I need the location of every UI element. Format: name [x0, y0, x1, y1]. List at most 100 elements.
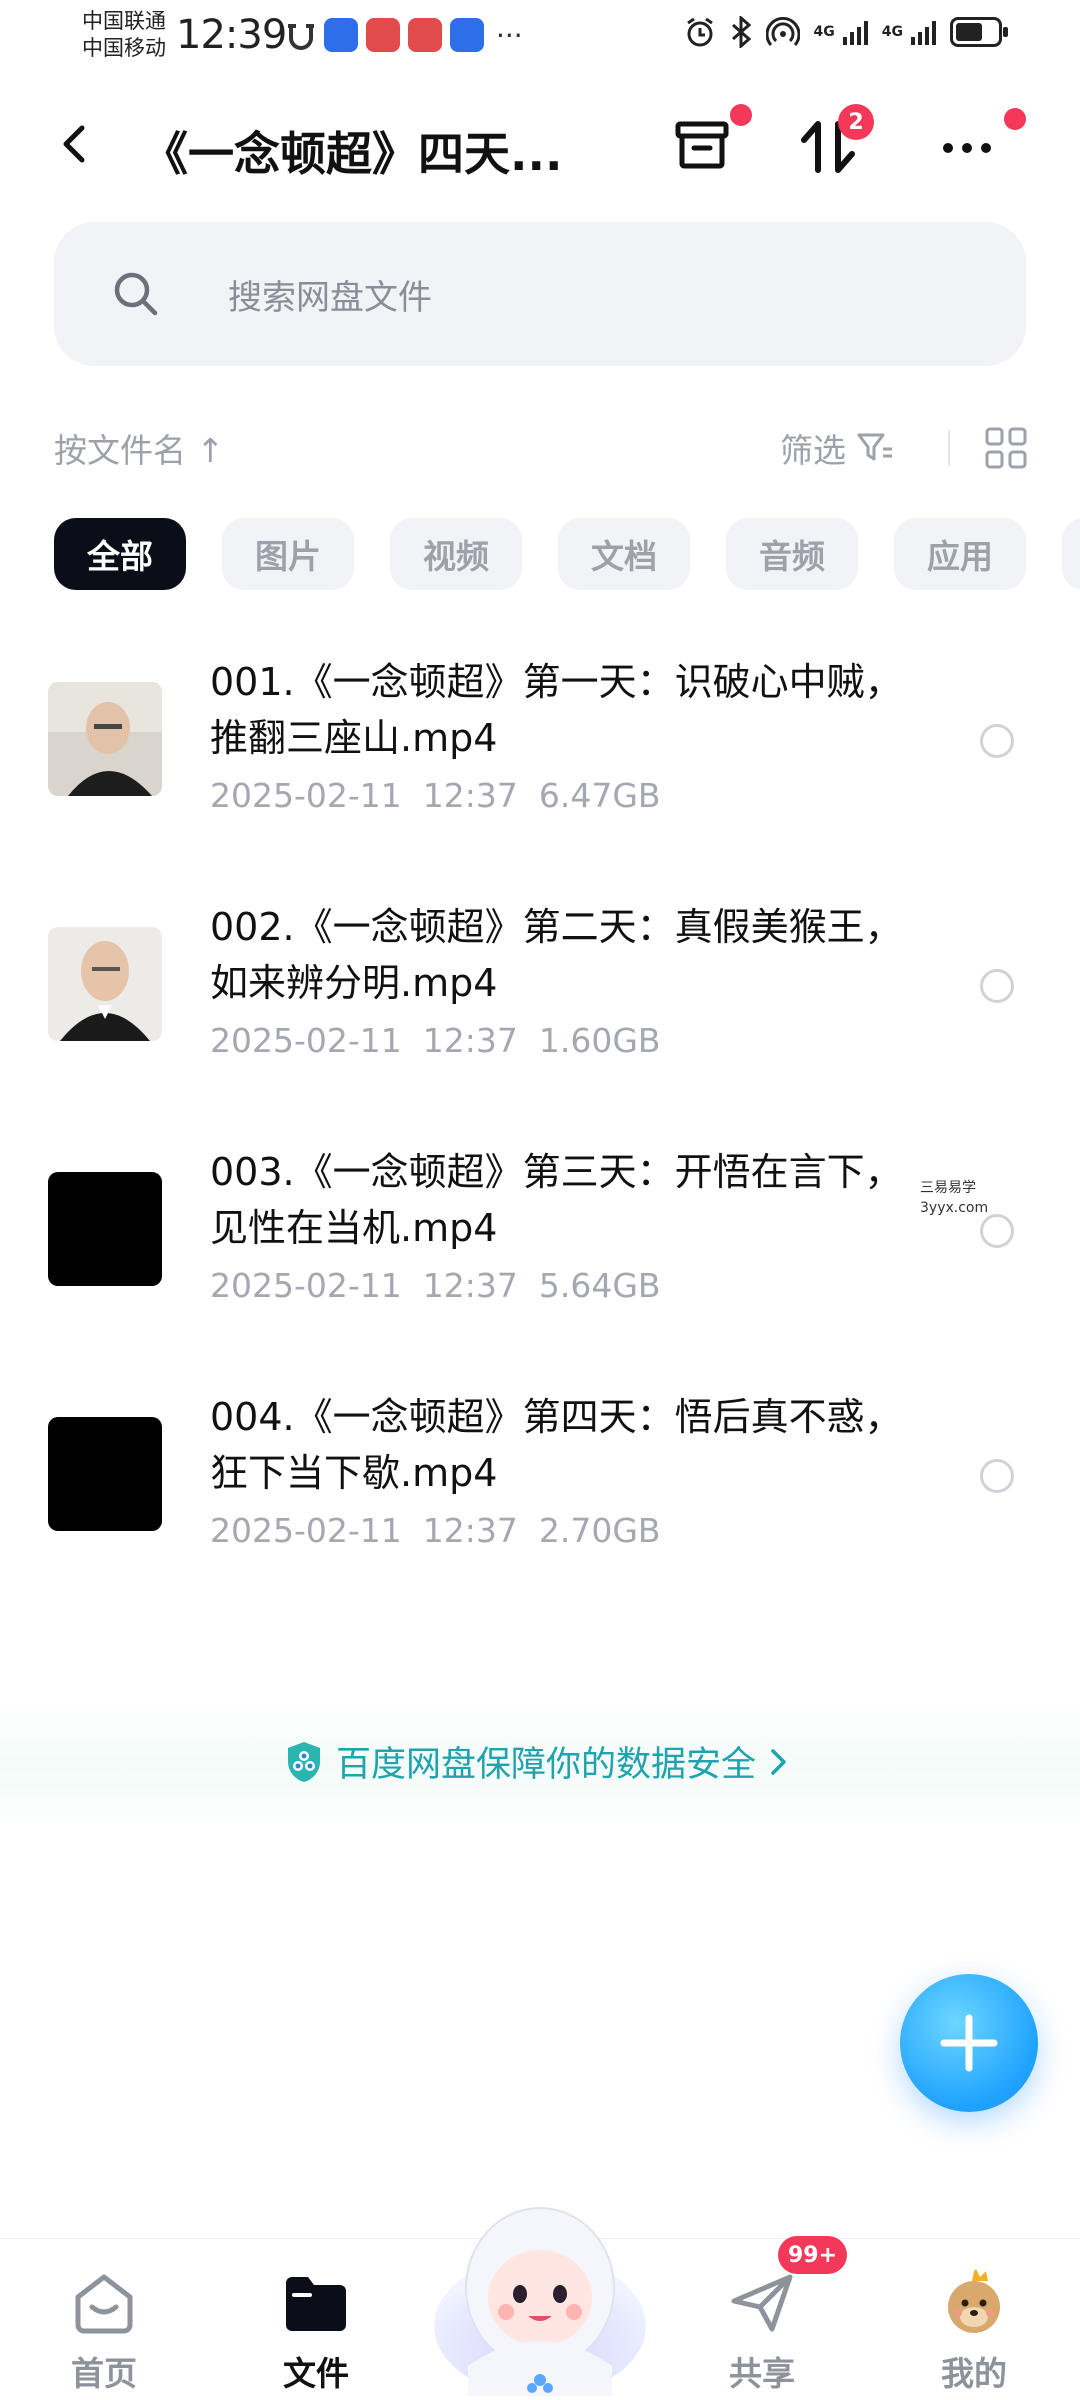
file-row[interactable]: 002.《一念顿超》第二天：真假美猴王，如来辨分明.mp4 2025-02-11… [0, 885, 1080, 1130]
nav-share-label: 共享 [729, 2354, 795, 2393]
shield-notification-icon [288, 24, 314, 50]
file-time: 12:37 [422, 1266, 518, 1305]
file-row[interactable]: 004.《一念顿超》第四天：悟后真不惑，狂下当下歇.mp4 2025-02-11… [0, 1375, 1080, 1620]
watermark-line-2: 3yyx.com [920, 1200, 989, 1216]
watermark-line-1: 三易易学 [920, 1180, 976, 1196]
bluetooth-icon [731, 16, 751, 48]
video-thumbnail [48, 682, 162, 796]
search-placeholder: 搜索网盘文件 [228, 278, 432, 318]
nav-files-label: 文件 [283, 2354, 349, 2393]
search-icon [114, 272, 158, 316]
carrier-1: 中国联通 [82, 9, 166, 33]
status-bar: 中国联通 中国移动 12:39 ··· 4G 4G [0, 0, 1080, 76]
nav-home[interactable]: 首页 [34, 2257, 174, 2397]
transfer-count-badge: 2 [838, 104, 874, 140]
nav-files[interactable]: 文件 [246, 2257, 386, 2397]
filter-button[interactable]: 筛选 [780, 424, 894, 472]
file-row[interactable]: 001.《一念顿超》第一天：识破心中贼，推翻三座山.mp4 2025-02-11… [0, 640, 1080, 885]
hotspot-icon [765, 17, 800, 46]
file-time: 12:37 [422, 1511, 518, 1550]
system-status-icons: 4G 4G [684, 16, 1008, 48]
safety-banner-content: 百度网盘保障你的数据安全 [284, 1736, 790, 1787]
folder-title: 《一念顿超》四天... [142, 127, 563, 181]
paper-plane-icon [731, 2274, 793, 2332]
file-size: 5.64GB [538, 1266, 661, 1305]
battery-icon [950, 17, 1008, 47]
network-type-2: 4G [881, 24, 903, 40]
file-meta: 2025-02-11 12:37 2.70GB [210, 1511, 661, 1550]
filter-label: 筛选 [780, 431, 846, 470]
tab-videos[interactable]: 视频 [390, 518, 522, 590]
status-time: 12:39 [176, 12, 287, 58]
file-date: 2025-02-11 [210, 1266, 402, 1305]
nav-home-label: 首页 [71, 2354, 137, 2393]
grid-view-icon[interactable] [984, 426, 1028, 470]
folder-icon [286, 2277, 346, 2331]
search-bar[interactable]: 搜索网盘文件 [54, 222, 1026, 366]
app-notification-icon [366, 18, 400, 52]
more-options-button[interactable] [934, 108, 1026, 182]
file-row[interactable]: 003.《一念顿超》第三天：开悟在言下，见性在当机.mp4 2025-02-11… [0, 1130, 1080, 1375]
file-date: 2025-02-11 [210, 1021, 402, 1060]
app-notification-icon [324, 18, 358, 52]
watermark: 三易易学 3yyx.com [920, 1178, 988, 1218]
more-notifications-icon: ··· [496, 18, 523, 52]
notification-dot [730, 104, 752, 126]
file-time: 12:37 [422, 1021, 518, 1060]
archive-box-icon [675, 121, 729, 169]
notification-dot [1004, 108, 1026, 130]
video-thumbnail [48, 927, 162, 1041]
notification-icons: ··· [286, 18, 523, 52]
file-size: 1.60GB [538, 1021, 661, 1060]
signal-2-icon [911, 19, 936, 45]
network-type-1: 4G [813, 24, 835, 40]
tab-documents[interactable]: 文档 [558, 518, 690, 590]
person-thumbnail-image [48, 927, 162, 1041]
mascot-ai-assistant-icon[interactable] [428, 2176, 652, 2400]
signal-1-icon [842, 19, 868, 45]
more-dots-icon [943, 143, 991, 153]
back-arrow-icon[interactable] [52, 118, 100, 170]
file-name: 004.《一念顿超》第四天：悟后真不惑，狂下当下歇.mp4 [210, 1395, 903, 1495]
file-meta: 2025-02-11 12:37 1.60GB [210, 1021, 661, 1060]
avatar-icon [948, 2269, 1000, 2333]
carrier-2: 中国移动 [82, 36, 166, 60]
select-radio[interactable] [980, 724, 1014, 758]
select-radio[interactable] [980, 969, 1014, 1003]
nav-mine[interactable]: 我的 [904, 2257, 1044, 2397]
file-name: 002.《一念顿超》第二天：真假美猴王，如来辨分明.mp4 [210, 905, 903, 1005]
divider [948, 430, 950, 466]
tab-apps[interactable]: 应用 [894, 518, 1026, 590]
home-icon [75, 2274, 133, 2334]
file-meta: 2025-02-11 12:37 5.64GB [210, 1266, 661, 1305]
file-name: 001.《一念顿超》第一天：识破心中贼，推翻三座山.mp4 [210, 660, 903, 760]
file-name: 003.《一念顿超》第三天：开悟在言下，见性在当机.mp4 [210, 1150, 903, 1250]
filter-funnel-icon [857, 433, 892, 461]
transfer-list-button[interactable]: 2 [794, 104, 874, 182]
tab-images[interactable]: 图片 [222, 518, 354, 590]
tab-all[interactable]: 全部 [54, 518, 186, 590]
carrier-info: 中国联通 中国移动 [82, 8, 166, 62]
file-date: 2025-02-11 [210, 776, 402, 815]
top-app-bar: 《一念顿超》四天... 2 [0, 90, 1080, 200]
app-notification-icon [408, 18, 442, 52]
file-list: 001.《一念顿超》第一天：识破心中贼，推翻三座山.mp4 2025-02-11… [0, 640, 1080, 1620]
share-count-badge: 99+ [778, 2236, 848, 2274]
file-meta: 2025-02-11 12:37 6.47GB [210, 776, 661, 815]
shield-check-icon [288, 1741, 320, 1782]
app-notification-icon [450, 18, 484, 52]
alarm-icon [686, 17, 713, 47]
add-upload-fab[interactable] [900, 1974, 1038, 2112]
tab-audio[interactable]: 音频 [726, 518, 858, 590]
data-safety-banner[interactable]: 百度网盘保障你的数据安全 [0, 1700, 1080, 1830]
video-thumbnail [48, 1417, 162, 1531]
file-size: 2.70GB [538, 1511, 661, 1550]
nav-share[interactable]: 共享 [692, 2257, 832, 2397]
select-radio[interactable] [980, 1214, 1014, 1248]
select-radio[interactable] [980, 1459, 1014, 1493]
nav-mine-label: 我的 [941, 2354, 1007, 2393]
sort-by-name-button[interactable]: 按文件名 ↑ [54, 424, 224, 472]
recycle-box-button[interactable] [668, 104, 752, 182]
tab-more-peek[interactable] [1062, 518, 1080, 590]
safety-banner-text: 百度网盘保障你的数据安全 [336, 1745, 757, 1785]
